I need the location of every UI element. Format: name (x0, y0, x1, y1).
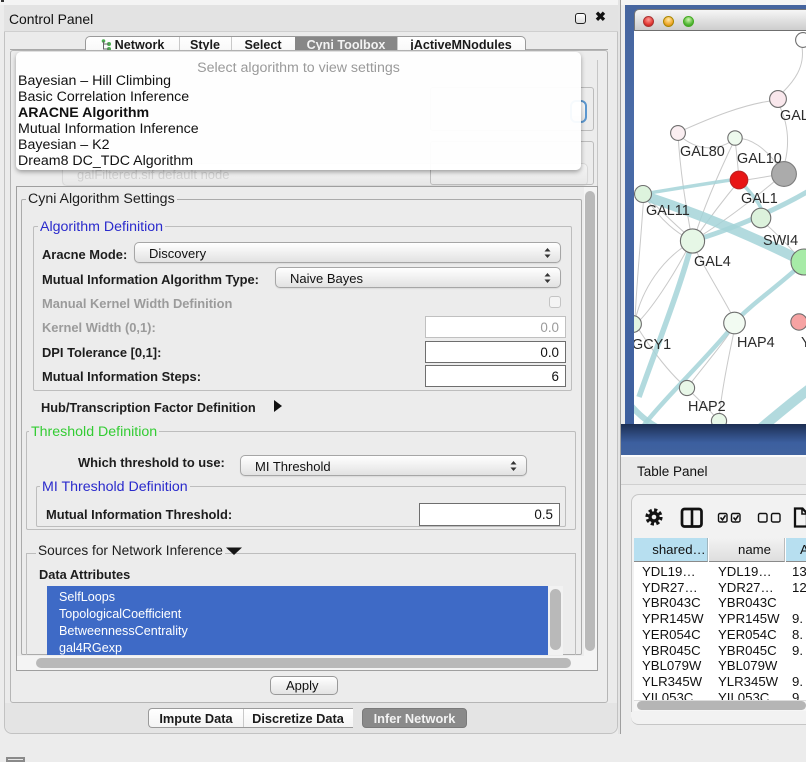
svg-text:Y: Y (801, 335, 806, 351)
svg-text:GAL80: GAL80 (680, 144, 725, 160)
svg-text:HAP4: HAP4 (737, 335, 775, 351)
svg-text:GAL10: GAL10 (737, 151, 782, 167)
svg-text:GAL: GAL (780, 108, 806, 124)
svg-text:GAL4: GAL4 (694, 254, 731, 270)
svg-text:GCY1: GCY1 (634, 337, 671, 353)
svg-text:GAL1: GAL1 (741, 191, 778, 207)
svg-text:HAP2: HAP2 (688, 399, 726, 415)
svg-text:SWI4: SWI4 (763, 233, 798, 249)
svg-text:GAL11: GAL11 (646, 203, 690, 219)
